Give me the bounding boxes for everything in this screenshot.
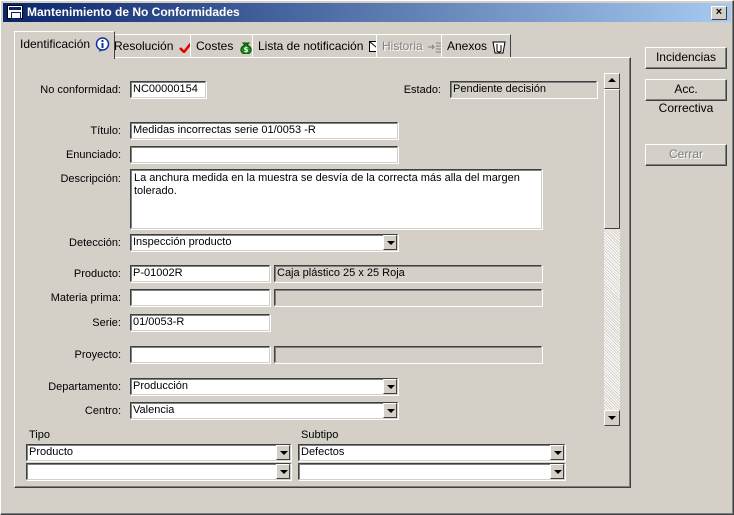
tab-label: Resolución [114, 39, 174, 53]
title-bar[interactable]: Mantenimiento de No Conformidades × [3, 3, 731, 22]
close-button[interactable]: × [711, 6, 727, 20]
window-title: Mantenimiento de No Conformidades [27, 5, 240, 19]
tab-label: Anexos [447, 39, 488, 53]
tab-label: Identificación [20, 37, 91, 51]
svg-text:$: $ [243, 46, 248, 54]
tab-lista-notificacion[interactable]: Lista de notificación [252, 34, 388, 58]
tab-label: Historia [382, 39, 423, 53]
tab-historia[interactable]: Historia [376, 34, 450, 58]
app-window-icon [7, 5, 23, 19]
tab-label: Costes [196, 39, 234, 53]
tab-costes[interactable]: Costes $ [190, 34, 258, 58]
paperclip-icon [492, 41, 506, 54]
money-bag-icon: $ [240, 42, 252, 54]
tab-identificacion[interactable]: Identificación [14, 31, 116, 59]
incidencias-button[interactable]: Incidencias [645, 47, 727, 69]
tab-label: Lista de notificación [258, 39, 364, 53]
tab-anexos[interactable]: Anexos [441, 34, 512, 58]
main-window: Mantenimiento de No Conformidades × Iden… [0, 0, 734, 515]
tab-resolucion[interactable]: Resolución [108, 34, 198, 58]
tab-panel-identificacion [14, 57, 631, 488]
cerrar-button[interactable]: Cerrar [645, 144, 727, 166]
acc-correctiva-button[interactable]: Acc. Correctiva [645, 79, 727, 115]
info-icon [96, 37, 110, 53]
